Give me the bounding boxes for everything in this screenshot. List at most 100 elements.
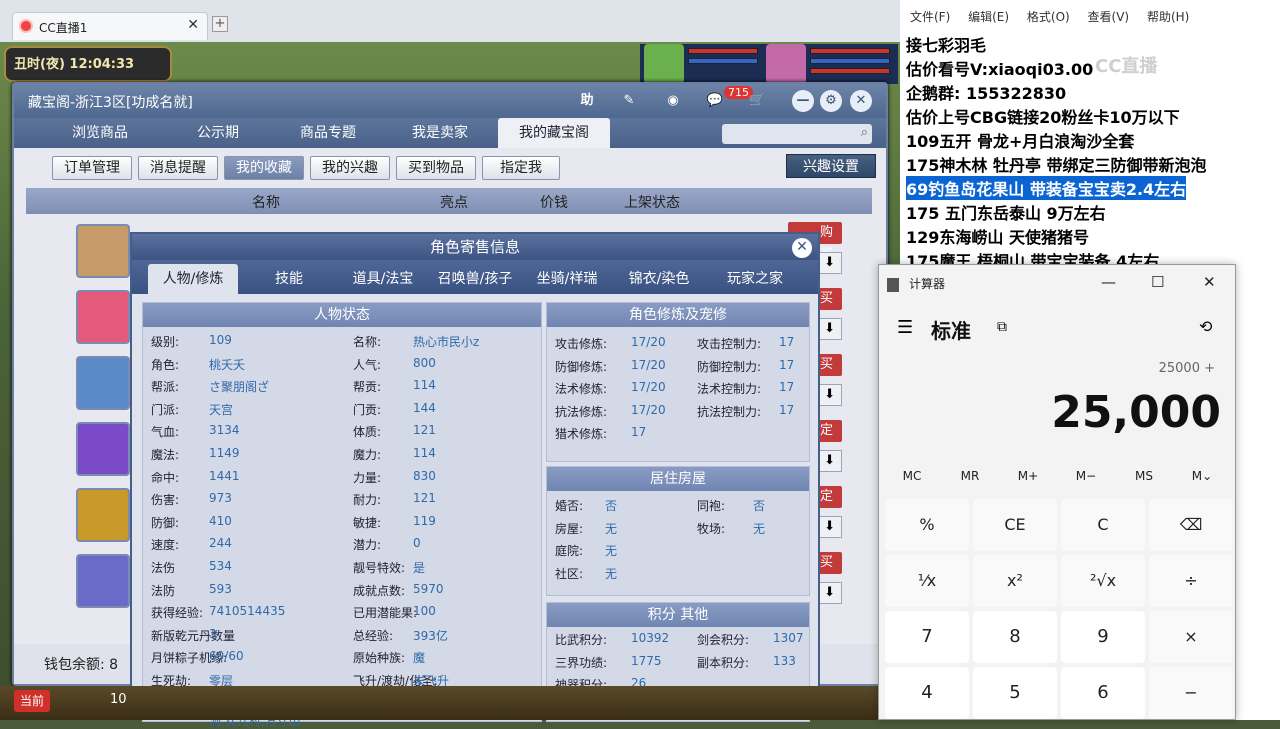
clear-key[interactable]: C bbox=[1061, 499, 1145, 551]
reciprocal-key[interactable]: ¹⁄x bbox=[885, 555, 969, 607]
tab-home[interactable]: 玩家之家 bbox=[710, 264, 800, 294]
tab-public[interactable]: 公示期 bbox=[162, 118, 274, 148]
mp-bar bbox=[688, 58, 758, 64]
assigned-me-button[interactable]: 指定我 bbox=[482, 156, 560, 180]
backspace-key[interactable]: ⌫ bbox=[1149, 499, 1233, 551]
status-label: 魔力: bbox=[353, 448, 382, 462]
my-favorites-button[interactable]: 我的收藏 bbox=[224, 156, 304, 180]
search-input[interactable]: ⌕ bbox=[722, 124, 872, 144]
record-icon[interactable]: ◉ bbox=[662, 90, 684, 112]
menu-file[interactable]: 文件(F) bbox=[910, 10, 950, 24]
tab-pets[interactable]: 召唤兽/孩子 bbox=[430, 264, 520, 294]
close-button[interactable]: ✕ bbox=[1203, 273, 1216, 291]
digit-7-key[interactable]: 7 bbox=[885, 611, 969, 663]
close-dialog-button[interactable]: ✕ bbox=[792, 238, 812, 258]
maximize-button[interactable]: ☐ bbox=[1151, 273, 1164, 291]
notepad-line[interactable]: 175 五门东岳泰山 9万左右 bbox=[906, 200, 1106, 224]
calculator-titlebar: 计算器 bbox=[887, 275, 945, 292]
status-label: 人气: bbox=[353, 357, 382, 372]
clear-entry-key[interactable]: CE bbox=[973, 499, 1057, 551]
notepad-line[interactable]: 129东海崂山 天使猪猪号 bbox=[906, 224, 1089, 248]
settings-icon[interactable]: ⚙ bbox=[820, 90, 842, 112]
notepad-line[interactable]: 接七彩羽毛 bbox=[906, 32, 986, 56]
memory-button[interactable]: MS bbox=[1115, 469, 1173, 483]
avatar[interactable] bbox=[76, 290, 130, 344]
avatar[interactable] bbox=[76, 554, 130, 608]
help-button[interactable]: 助 bbox=[576, 90, 598, 112]
memory-button[interactable]: MC bbox=[883, 469, 941, 483]
browser-tab[interactable]: CC直播1 ✕ bbox=[12, 12, 208, 40]
square-key[interactable]: x² bbox=[973, 555, 1057, 607]
message-icon[interactable]: 💬 bbox=[704, 90, 726, 112]
avatar[interactable] bbox=[76, 488, 130, 542]
window-title: 藏宝阁-浙江3区[功成名就] bbox=[28, 95, 193, 111]
tab-topics[interactable]: 商品专题 bbox=[272, 118, 384, 148]
bought-items-button[interactable]: 买到物品 bbox=[396, 156, 476, 180]
edit-icon[interactable]: ✎ bbox=[618, 90, 640, 112]
item-list bbox=[26, 214, 146, 614]
minimize-button[interactable]: — bbox=[1101, 273, 1116, 291]
digit-6-key[interactable]: 6 bbox=[1061, 667, 1145, 719]
cart-icon[interactable]: 🛒 bbox=[746, 90, 768, 112]
digit-8-key[interactable]: 8 bbox=[973, 611, 1057, 663]
minimize-button[interactable]: — bbox=[792, 90, 814, 112]
avatar[interactable] bbox=[76, 356, 130, 410]
digit-9-key[interactable]: 9 bbox=[1061, 611, 1145, 663]
player-avatar[interactable] bbox=[766, 44, 806, 84]
memory-button[interactable]: M+ bbox=[999, 469, 1057, 483]
memory-button[interactable]: MR bbox=[941, 469, 999, 483]
keep-on-top-icon[interactable]: ⧉ bbox=[997, 319, 1007, 335]
notepad-line[interactable]: 估价上号CBG链接20粉丝卡10万以下 bbox=[906, 104, 1180, 128]
status-row: 月饼粽子机缘: 60/60 bbox=[151, 649, 339, 667]
points-value: 1307 bbox=[773, 631, 804, 645]
player-sp-bar bbox=[810, 68, 890, 74]
multiply-key[interactable]: × bbox=[1149, 611, 1233, 663]
subtract-key[interactable]: − bbox=[1149, 667, 1233, 719]
my-interest-button[interactable]: 我的兴趣 bbox=[310, 156, 390, 180]
avatar[interactable] bbox=[76, 422, 130, 476]
tab-character[interactable]: 人物/修炼 bbox=[148, 264, 238, 294]
menu-format[interactable]: 格式(O) bbox=[1027, 10, 1070, 24]
history-icon[interactable]: ⟲ bbox=[1199, 317, 1212, 336]
status-value: 109 bbox=[209, 333, 232, 347]
notepad-line[interactable]: 69钓鱼岛花果山 带装备宝宝卖2.4左右 bbox=[906, 176, 1187, 200]
digit-5-key[interactable]: 5 bbox=[973, 667, 1057, 719]
memory-button[interactable]: M− bbox=[1057, 469, 1115, 483]
menu-icon[interactable]: ☰ bbox=[897, 317, 913, 338]
calculator-title: 计算器 bbox=[909, 277, 946, 291]
close-window-button[interactable]: ✕ bbox=[850, 90, 872, 112]
digit-4-key[interactable]: 4 bbox=[885, 667, 969, 719]
points-value: 1775 bbox=[631, 653, 662, 668]
divide-key[interactable]: ÷ bbox=[1149, 555, 1233, 607]
interest-settings-button[interactable]: 兴趣设置 bbox=[786, 154, 876, 178]
status-label: 角色: bbox=[151, 357, 180, 372]
tab-mounts[interactable]: 坐骑/祥瑞 bbox=[522, 264, 612, 294]
notepad-line[interactable]: 109五开 骨龙+月白浪淘沙全套 bbox=[906, 128, 1134, 152]
notepad-line[interactable]: 企鹅群: 155322830 bbox=[906, 80, 1066, 104]
square-root-key[interactable]: ²√x bbox=[1061, 555, 1145, 607]
new-tab-button[interactable]: + bbox=[212, 16, 228, 32]
message-remind-button[interactable]: 消息提醒 bbox=[138, 156, 218, 180]
status-label: 名称: bbox=[353, 335, 382, 349]
close-tab-icon[interactable]: ✕ bbox=[187, 17, 199, 33]
search-icon[interactable]: ⌕ bbox=[861, 125, 868, 140]
pet-avatar[interactable] bbox=[644, 44, 684, 84]
memory-button[interactable]: M⌄ bbox=[1173, 469, 1231, 483]
tab-items[interactable]: 道具/法宝 bbox=[338, 264, 428, 294]
menu-edit[interactable]: 编辑(E) bbox=[968, 10, 1009, 24]
notepad-line[interactable]: 175神木林 牡丹亭 带绑定三防御带新泡泡 bbox=[906, 152, 1207, 176]
tab-skills[interactable]: 技能 bbox=[244, 264, 334, 294]
menu-help[interactable]: 帮助(H) bbox=[1147, 10, 1189, 24]
menu-view[interactable]: 查看(V) bbox=[1088, 10, 1130, 24]
order-manage-button[interactable]: 订单管理 bbox=[52, 156, 132, 180]
tab-browse[interactable]: 浏览商品 bbox=[44, 118, 156, 148]
chat-current-button[interactable]: 当前 bbox=[14, 690, 50, 712]
avatar[interactable] bbox=[76, 224, 130, 278]
status-row: 人气: 800 bbox=[353, 356, 543, 374]
tab-seller[interactable]: 我是卖家 bbox=[384, 118, 496, 148]
notepad-line[interactable]: 估价看号V:xiaoqi03.00 bbox=[906, 56, 1093, 80]
percent-key[interactable]: % bbox=[885, 499, 969, 551]
tab-outfits[interactable]: 锦衣/染色 bbox=[614, 264, 704, 294]
calculator-display: 25,000 bbox=[1051, 387, 1221, 438]
tab-my-pavilion[interactable]: 我的藏宝阁 bbox=[498, 118, 610, 148]
